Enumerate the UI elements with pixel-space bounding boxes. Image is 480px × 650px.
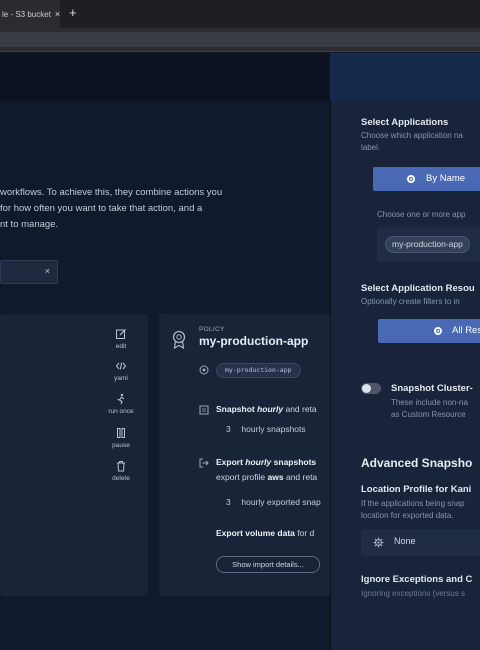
snapshot-freq: hourly	[257, 404, 284, 414]
volume-export: Export volume data for d	[216, 528, 314, 538]
snapshot-retention: 3 hourly snapshots	[226, 424, 306, 434]
snapshot-count-label: hourly snapshots	[241, 424, 306, 434]
export-freq: hourly	[245, 457, 272, 467]
export-profile-prefix: export profile	[216, 472, 266, 482]
run-icon	[117, 393, 125, 405]
location-profile-title: Location Profile for Kani	[361, 484, 472, 495]
export-profile-suffix: and reta	[285, 472, 318, 482]
by-name-button[interactable]: By Name	[373, 167, 480, 191]
application-resources-desc: Optionally create filters to in	[361, 297, 460, 306]
edit-label: edit	[115, 343, 127, 350]
snapshot-icon	[199, 405, 209, 415]
policies-page: workflows. To achieve this, they combine…	[0, 101, 330, 650]
new-tab-button[interactable]: +	[69, 5, 77, 20]
advanced-settings-title: Advanced Snapsho	[361, 456, 473, 470]
application-resources-title: Select Application Resou	[361, 283, 475, 294]
url-input[interactable]	[0, 32, 480, 47]
edit-icon	[116, 329, 126, 339]
run-once-button[interactable]: run once	[108, 393, 134, 415]
tab-close-icon[interactable]: ×	[55, 9, 60, 19]
location-profile-value: None	[394, 536, 416, 546]
intro-line: nt to manage.	[0, 219, 59, 230]
radio-selected-icon	[434, 327, 442, 335]
delete-label: delete	[112, 475, 130, 482]
by-name-label: By Name	[426, 173, 466, 184]
policy-title[interactable]: my-production-app	[199, 334, 308, 348]
snapshot-count: 3	[226, 424, 231, 434]
app-header	[0, 53, 330, 101]
gear-icon	[373, 537, 384, 548]
snapshot-prefix: Snapshot	[216, 404, 255, 414]
application-select[interactable]: my-production-app	[377, 227, 480, 262]
pause-icon	[117, 428, 125, 438]
drawer-header	[330, 53, 480, 101]
policy-badge-icon	[172, 330, 186, 350]
filter-input[interactable]: ×	[0, 260, 58, 284]
select-applications-desc: Choose which application na	[361, 131, 463, 140]
trash-icon	[117, 461, 125, 472]
snapshot-suffix: and reta	[285, 404, 317, 414]
show-import-details-button[interactable]: Show import details...	[216, 556, 320, 573]
clear-filter-icon[interactable]: ×	[45, 266, 50, 276]
select-applications-desc-2: label.	[361, 143, 381, 152]
export-frequency: Export hourly snapshots	[216, 457, 316, 467]
edit-button[interactable]: edit	[108, 328, 134, 350]
policy-eyebrow: POLICY	[199, 326, 225, 333]
cluster-resources-title: Snapshot Cluster-	[391, 383, 473, 394]
browser-tab[interactable]: le - S3 bucket ×	[0, 0, 60, 28]
cluster-resources-desc: These include non-na	[391, 398, 468, 407]
cluster-resources-toggle[interactable]	[361, 383, 381, 394]
pause-button[interactable]: pause	[108, 427, 134, 449]
export-icon	[199, 458, 209, 468]
all-resources-button[interactable]: All Res	[378, 319, 480, 343]
export-retention: 3 hourly exported snap	[226, 497, 321, 507]
ignore-exceptions-title: Ignore Exceptions and C	[361, 574, 473, 585]
export-count-label: hourly exported snap	[241, 497, 321, 507]
export-profile-value: aws	[267, 472, 284, 482]
policy-form-drawer: Select Applications Choose which applica…	[330, 101, 480, 650]
volume-suffix: for d	[297, 528, 315, 538]
intro-line: for how often you want to take that acti…	[0, 203, 203, 214]
page-intro: workflows. To achieve this, they combine…	[0, 185, 260, 233]
tab-title: le - S3 bucket	[2, 9, 51, 19]
intro-line: workflows. To achieve this, they combine…	[0, 187, 223, 198]
location-profile-select[interactable]: None	[361, 529, 480, 556]
select-applications-title: Select Applications	[361, 117, 449, 128]
selected-app-chip[interactable]: my-production-app	[385, 236, 470, 253]
radio-selected-icon	[407, 175, 415, 183]
code-icon	[115, 362, 127, 370]
address-bar	[0, 28, 480, 52]
export-count: 3	[226, 497, 231, 507]
pause-label: pause	[112, 442, 130, 449]
export-suffix: snapshots	[273, 457, 317, 467]
target-icon	[199, 365, 209, 375]
delete-button[interactable]: delete	[108, 460, 134, 482]
browser-tab-bar: le - S3 bucket × +	[0, 0, 480, 28]
app-tag: my-production-app	[216, 363, 301, 378]
location-profile-desc: If the applications being snap	[361, 499, 465, 508]
snapshot-frequency: Snapshot hourly and reta	[216, 404, 317, 414]
volume-prefix: Export volume data	[216, 528, 295, 538]
export-prefix: Export	[216, 457, 243, 467]
run-once-label: run once	[108, 408, 134, 415]
ignore-exceptions-desc: Ignoring exceptions (versus s	[361, 589, 466, 598]
all-resources-label: All Res	[452, 325, 480, 336]
yaml-button[interactable]: yaml	[108, 360, 134, 382]
policy-details-card: POLICY my-production-app my-production-a…	[159, 314, 330, 596]
export-profile: export profile aws and reta	[216, 472, 317, 482]
choose-apps-label: Choose one or more app	[377, 210, 466, 219]
yaml-label: yaml	[114, 375, 128, 382]
policy-card: edit yaml run once pause delete	[0, 314, 148, 596]
cluster-resources-desc-2: as Custom Resource	[391, 410, 466, 419]
location-profile-desc-2: location for exported data.	[361, 511, 454, 520]
